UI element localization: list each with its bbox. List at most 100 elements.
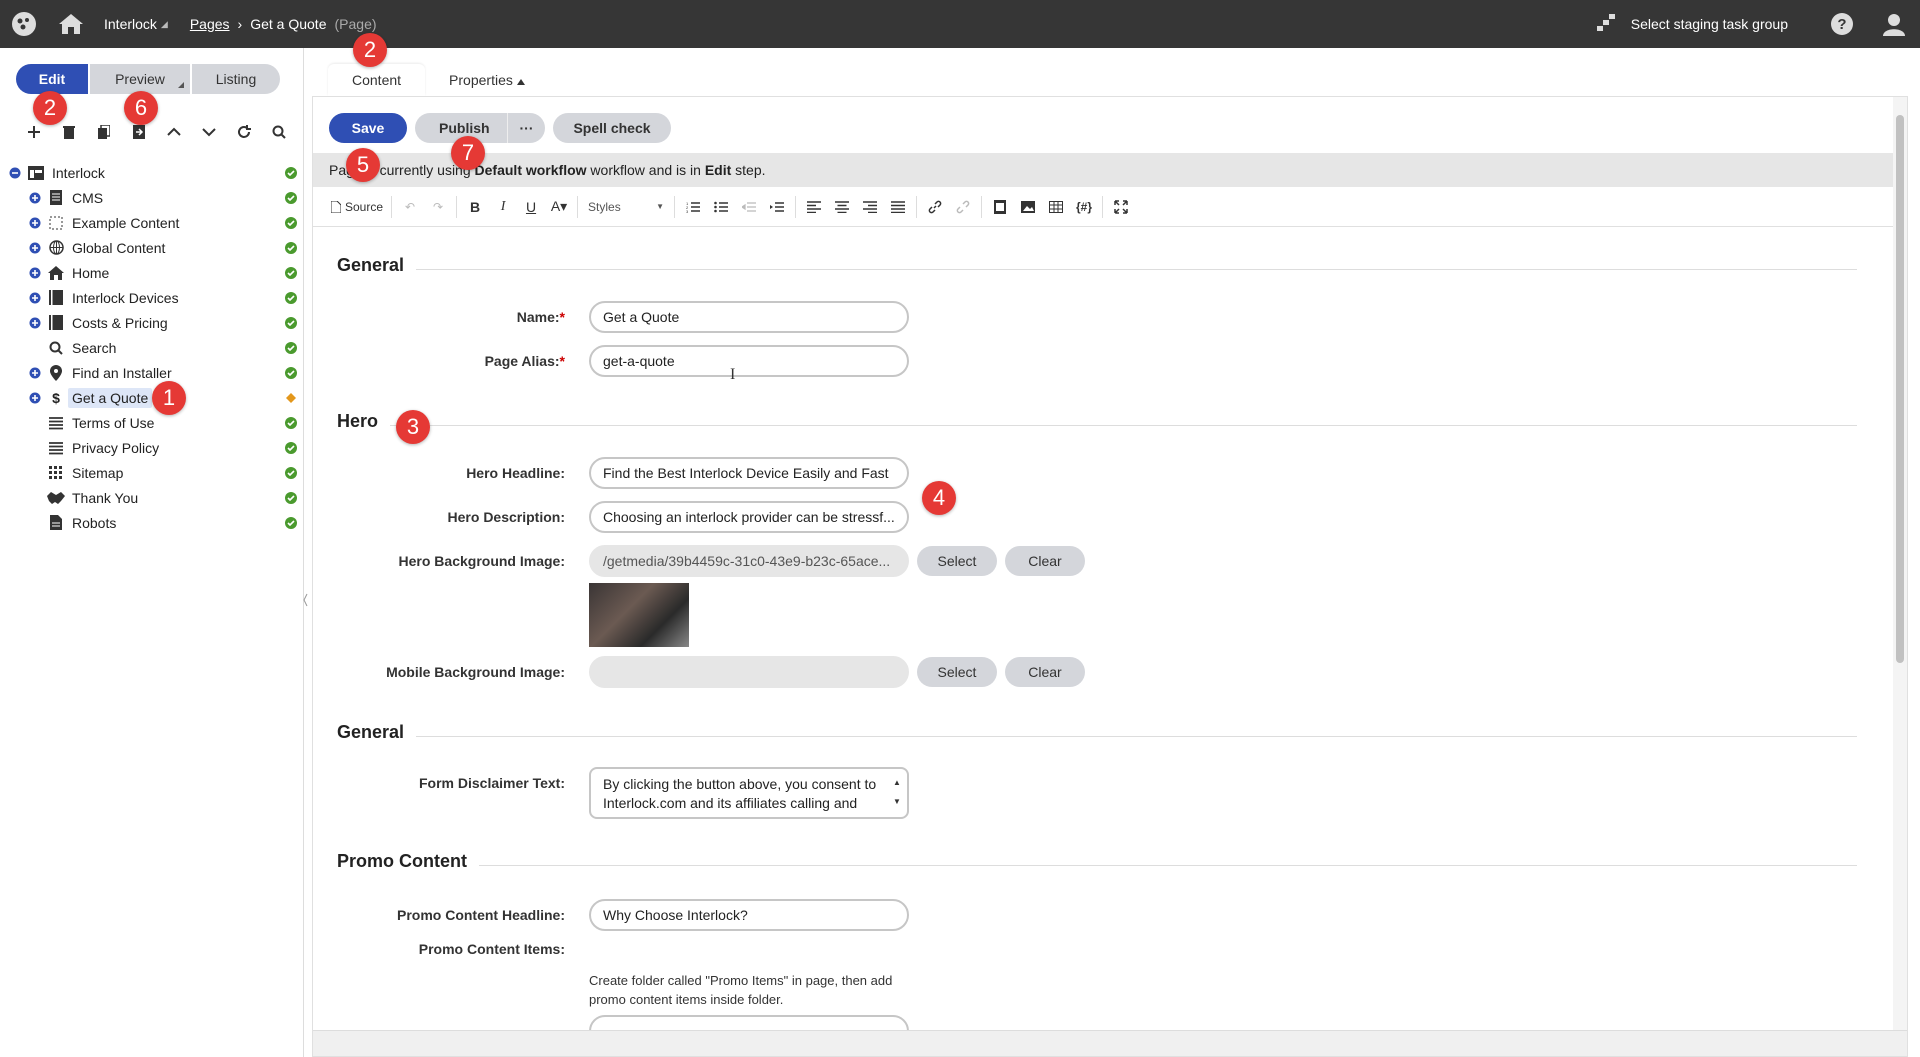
align-center-icon[interactable] xyxy=(828,195,856,219)
source-icon xyxy=(331,200,341,213)
tab-listing[interactable]: Listing xyxy=(190,64,280,94)
outdent-icon[interactable] xyxy=(735,195,763,219)
unlink-icon[interactable] xyxy=(949,195,977,219)
name-field-row: Name:* Get a Quote xyxy=(313,301,909,333)
dollar-icon: $ xyxy=(52,389,60,406)
maximize-icon[interactable] xyxy=(1107,195,1135,219)
expand-icon[interactable] xyxy=(28,316,42,330)
help-icon[interactable]: ? xyxy=(1816,0,1868,48)
expand-icon[interactable] xyxy=(28,241,42,255)
section-general-2: General xyxy=(337,722,1857,743)
redo-icon[interactable]: ↷ xyxy=(424,195,452,219)
image-icon[interactable] xyxy=(1014,195,1042,219)
expand-icon[interactable] xyxy=(28,191,42,205)
field-label: Page Alias:* xyxy=(313,353,565,369)
lines-icon xyxy=(46,413,66,433)
callout-badge: 6 xyxy=(124,91,158,125)
tree-node-label: Global Content xyxy=(72,239,166,256)
align-justify-icon[interactable] xyxy=(884,195,912,219)
expand-icon[interactable] xyxy=(28,366,42,380)
tab-edit[interactable]: Edit xyxy=(16,64,88,94)
indent-icon[interactable] xyxy=(763,195,791,219)
tree-node[interactable]: Privacy Policy xyxy=(8,435,298,460)
tree-node[interactable]: Interlock Devices xyxy=(8,285,298,310)
mobile-background-clear-button[interactable]: Clear xyxy=(1005,657,1085,687)
hero-description-input[interactable]: Choosing an interlock provider can be st… xyxy=(589,501,909,533)
tree-node[interactable]: Thank You xyxy=(8,485,298,510)
spell-check-button[interactable]: Spell check xyxy=(553,113,671,143)
tree-node-label: Sitemap xyxy=(72,464,124,481)
tree-node[interactable]: Find an Installer xyxy=(8,360,298,385)
file-icon xyxy=(46,513,66,533)
staging-steps-icon xyxy=(1595,13,1617,36)
hero-background-clear-button[interactable]: Clear xyxy=(1005,546,1085,576)
app-logo-icon[interactable] xyxy=(0,0,48,48)
scrollbar-thumb[interactable] xyxy=(1896,115,1904,663)
tree-node[interactable]: Robots xyxy=(8,510,298,535)
align-right-icon[interactable] xyxy=(856,195,884,219)
source-button[interactable]: Source xyxy=(327,195,387,219)
expand-icon[interactable] xyxy=(28,216,42,230)
numbered-list-icon[interactable]: 123 xyxy=(679,195,707,219)
hero-background-select-button[interactable]: Select xyxy=(917,546,997,576)
tree-node[interactable]: Terms of Use xyxy=(8,410,298,435)
more-actions-button[interactable]: ··· xyxy=(507,113,545,143)
tab-content[interactable]: Content xyxy=(328,64,426,96)
underline-icon[interactable]: U xyxy=(517,195,545,219)
expand-icon[interactable] xyxy=(28,266,42,280)
tab-preview[interactable]: Preview xyxy=(88,64,190,94)
link-icon[interactable] xyxy=(921,195,949,219)
tree-node[interactable]: Home xyxy=(8,260,298,285)
promo-headline-input[interactable]: Why Choose Interlock? xyxy=(589,899,909,931)
tree-node[interactable]: CMS xyxy=(8,185,298,210)
tree-node[interactable]: Sitemap xyxy=(8,460,298,485)
align-left-icon[interactable] xyxy=(800,195,828,219)
undo-icon[interactable]: ↶ xyxy=(396,195,424,219)
bullet-list-icon[interactable] xyxy=(707,195,735,219)
site-selector[interactable]: Interlock ◢ xyxy=(104,16,168,32)
expand-icon[interactable] xyxy=(28,391,42,405)
text-color-icon[interactable]: A▾ xyxy=(545,195,573,219)
italic-icon[interactable]: I xyxy=(489,195,517,219)
mobile-background-select-button[interactable]: Select xyxy=(917,657,997,687)
macro-icon[interactable]: {#} xyxy=(1070,195,1098,219)
copy-icon[interactable] xyxy=(86,120,121,144)
disclaimer-textarea[interactable]: By clicking the button above, you consen… xyxy=(589,767,909,819)
alias-field-row: Page Alias:* get-a-quote xyxy=(313,345,909,377)
save-button[interactable]: Save xyxy=(329,113,407,143)
content-tree: Interlock CMS Example Content Global Con… xyxy=(8,160,298,535)
media-icon[interactable] xyxy=(986,195,1014,219)
breadcrumb-pages-link[interactable]: Pages xyxy=(190,16,230,32)
tree-node[interactable]: Global Content xyxy=(8,235,298,260)
page-alias-input[interactable]: get-a-quote xyxy=(589,345,909,377)
tree-node[interactable]: Search xyxy=(8,335,298,360)
expand-icon[interactable] xyxy=(28,291,42,305)
hero-background-label: Hero Background Image: xyxy=(398,553,565,569)
user-avatar-icon[interactable] xyxy=(1868,0,1920,48)
collapse-icon[interactable] xyxy=(8,166,22,180)
name-input[interactable]: Get a Quote xyxy=(589,301,909,333)
editor-scrollbar[interactable] xyxy=(1893,97,1907,1056)
staging-task-group-selector[interactable]: Select staging task group xyxy=(1595,13,1788,36)
styles-dropdown[interactable]: Styles ▼ xyxy=(582,195,670,219)
home-icon[interactable] xyxy=(48,0,94,48)
tab-properties[interactable]: Properties xyxy=(425,64,549,96)
search-icon[interactable] xyxy=(261,120,296,144)
published-status-icon xyxy=(284,316,298,330)
map-pin-icon xyxy=(46,363,66,383)
bold-icon[interactable]: B xyxy=(461,195,489,219)
section-promo: Promo Content xyxy=(337,851,1857,872)
move-down-icon[interactable] xyxy=(191,120,226,144)
panel-splitter-handle[interactable] xyxy=(303,580,309,620)
hero-headline-input[interactable]: Find the Best Interlock Device Easily an… xyxy=(589,457,909,489)
textarea-scrollbar[interactable]: ▲ ▼ xyxy=(893,773,903,813)
published-status-icon xyxy=(284,266,298,280)
tree-node[interactable]: Interlock xyxy=(8,160,298,185)
tree-node[interactable]: Costs & Pricing xyxy=(8,310,298,335)
tree-node[interactable]: Example Content xyxy=(8,210,298,235)
table-icon[interactable] xyxy=(1042,195,1070,219)
svg-text:?: ? xyxy=(1837,16,1846,33)
tree-node-label: Get a Quote xyxy=(68,387,153,408)
move-up-icon[interactable] xyxy=(156,120,191,144)
refresh-icon[interactable] xyxy=(226,120,261,144)
